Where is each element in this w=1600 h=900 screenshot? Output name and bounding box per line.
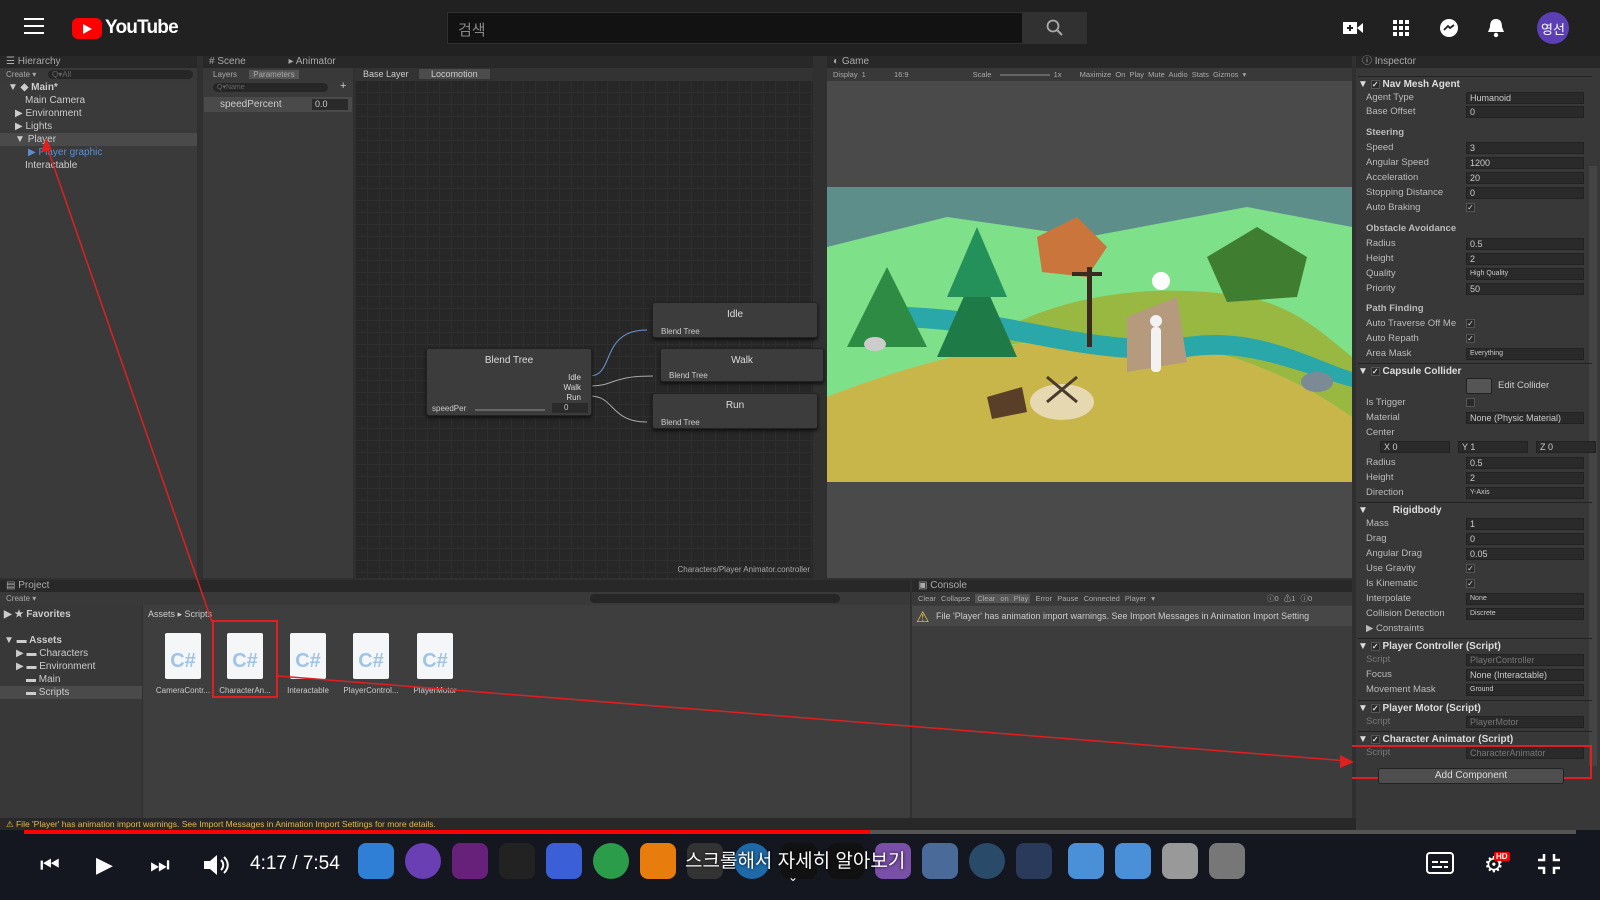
- menu-icon[interactable]: [24, 18, 44, 34]
- app-dock-icon[interactable]: [1016, 843, 1052, 879]
- search-icon: [1046, 19, 1063, 36]
- blender-dock-icon[interactable]: [640, 843, 676, 879]
- trash-dock-icon[interactable]: [1209, 843, 1245, 879]
- time-display: 4:17 / 7:54: [250, 853, 340, 874]
- app-dock-icon[interactable]: [922, 843, 958, 879]
- search-input[interactable]: 검색: [447, 12, 1023, 44]
- progress-fill: [24, 830, 870, 834]
- previous-icon[interactable]: ⏮: [40, 852, 60, 878]
- apps-icon[interactable]: [1386, 13, 1416, 43]
- visual-studio-dock-icon[interactable]: [452, 843, 488, 879]
- folder-dock-icon[interactable]: [1115, 843, 1151, 879]
- chevron-down-icon[interactable]: ⌄: [788, 870, 798, 884]
- youtube-logo[interactable]: YouTube: [72, 16, 179, 40]
- app-dock-icon[interactable]: [969, 843, 1005, 879]
- youtube-wordmark: YouTube: [105, 17, 179, 38]
- next-icon[interactable]: ⏭: [150, 852, 170, 878]
- avatar[interactable]: 영선: [1537, 12, 1569, 44]
- hd-badge: HD: [1494, 852, 1510, 861]
- folder-dock-icon[interactable]: [1068, 843, 1104, 879]
- unity-editor: ☰ Hierarchy Create ▾ Q▾All ▼ ◆ Main* Mai…: [0, 56, 1600, 830]
- create-video-icon[interactable]: [1338, 13, 1368, 43]
- exit-fullscreen-icon[interactable]: [1536, 852, 1562, 882]
- finder-dock-icon[interactable]: [358, 843, 394, 879]
- document-dock-icon[interactable]: [1162, 843, 1198, 879]
- unity-dock-icon[interactable]: [499, 843, 535, 879]
- scroll-hint-label[interactable]: 스크롤해서 자세히 알아보기: [685, 846, 905, 873]
- progress-bar[interactable]: [24, 830, 1576, 834]
- search-button[interactable]: [1022, 12, 1087, 44]
- bell-icon[interactable]: [1481, 13, 1511, 43]
- siri-dock-icon[interactable]: [405, 843, 441, 879]
- youtube-header: YouTube 검색 영선: [0, 0, 1600, 56]
- app-dock-icon[interactable]: [546, 843, 582, 879]
- chrome-dock-icon[interactable]: [593, 843, 629, 879]
- youtube-play-icon: [72, 17, 102, 39]
- subtitles-icon[interactable]: [1426, 852, 1454, 880]
- messages-icon[interactable]: [1434, 13, 1464, 43]
- volume-icon[interactable]: [202, 852, 232, 884]
- play-icon[interactable]: ▶: [96, 852, 113, 878]
- annotation-arrows: [41, 138, 1354, 768]
